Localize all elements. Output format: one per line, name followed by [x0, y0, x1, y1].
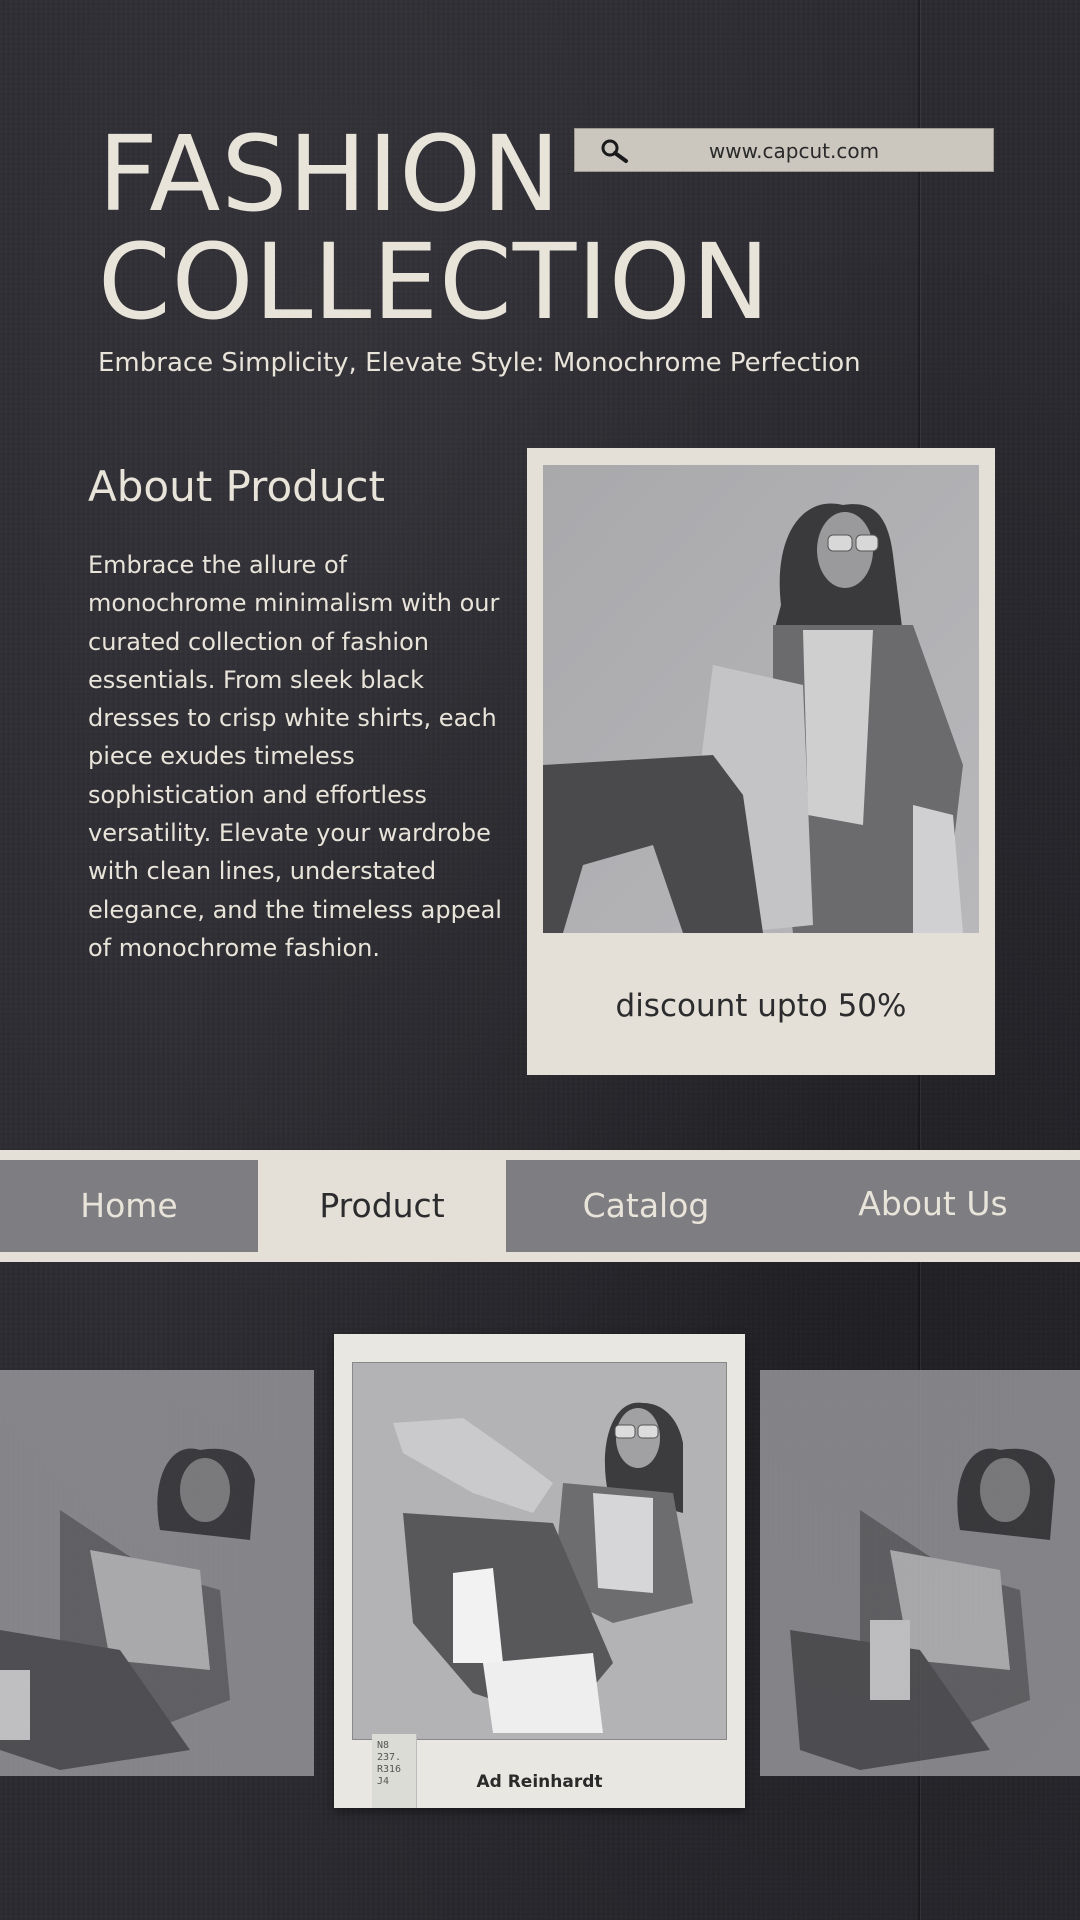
gallery-photo-left[interactable] [0, 1370, 314, 1776]
product-photo [543, 465, 979, 933]
search-bar[interactable]: www.capcut.com [574, 128, 994, 172]
gallery-polaroid[interactable] [334, 1334, 745, 1808]
nav-item-about-us[interactable]: About Us [786, 1160, 1080, 1252]
gallery-photo-right[interactable] [760, 1370, 1080, 1776]
title-collection: COLLECTION [98, 221, 771, 343]
title-fashion: FASHION [98, 113, 561, 235]
search-url[interactable]: www.capcut.com [575, 129, 993, 173]
about-body: Embrace the allure of monochrome minimal… [88, 551, 502, 962]
nav-item-home[interactable]: Home [0, 1160, 258, 1252]
product-card[interactable] [527, 448, 995, 1075]
nav-bar: Home Product Catalog About Us [0, 1150, 1080, 1262]
gallery-photo-center [352, 1362, 727, 1740]
about-title: About Product [88, 462, 385, 511]
gallery-caption: Ad Reinhardt [476, 1772, 603, 1792]
nav-item-catalog[interactable]: Catalog [506, 1160, 786, 1252]
tagline: Embrace Simplicity, Elevate Style: Monoc… [98, 348, 861, 378]
nav-item-product[interactable]: Product [258, 1160, 506, 1252]
discount-text: discount upto 50% [615, 988, 907, 1024]
